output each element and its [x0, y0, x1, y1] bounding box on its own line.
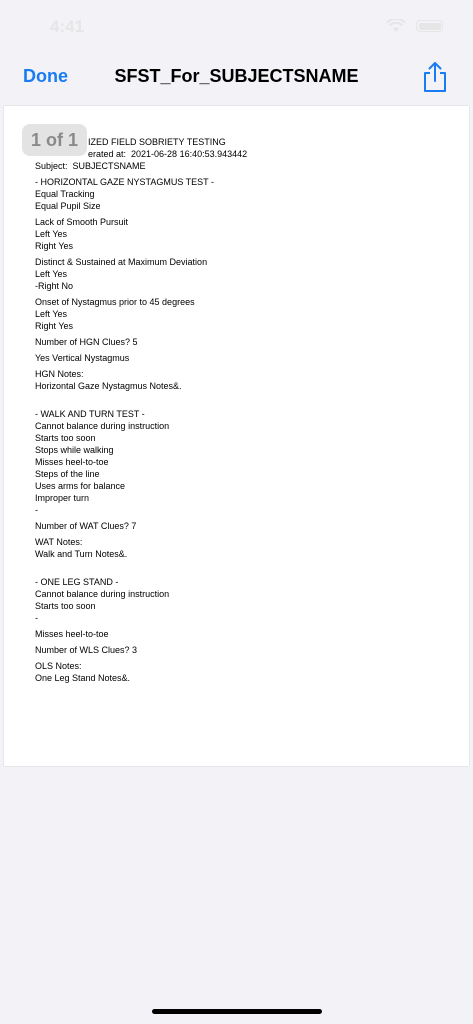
- doc-generated: erated at: 2021-06-28 16:40:53.943442: [88, 149, 248, 159]
- hgn-md-right: -Right No: [35, 281, 74, 291]
- wat-item: Steps of the line: [35, 469, 100, 479]
- ols-item: Starts too soon: [35, 601, 96, 611]
- wat-heading: - WALK AND TURN TEST -: [35, 409, 145, 419]
- status-icons: [386, 19, 443, 33]
- ols-item: -: [35, 613, 38, 623]
- wat-notes-label: WAT Notes:: [35, 537, 83, 547]
- share-icon[interactable]: [421, 60, 449, 94]
- doc-subject: Subject: SUBJECTSNAME: [35, 161, 146, 171]
- nav-bar: Done SFST_For_SUBJECTSNAME: [0, 52, 473, 102]
- status-time: 4:41: [50, 17, 85, 36]
- page-indicator: 1 of 1: [22, 124, 87, 156]
- hgn-sp-right: Right Yes: [35, 241, 74, 251]
- hgn-heading: - HORIZONTAL GAZE NYSTAGMUS TEST -: [35, 177, 215, 187]
- wat-item: Stops while walking: [35, 445, 114, 455]
- wat-item: Starts too soon: [35, 433, 96, 443]
- wat-clues: Number of WAT Clues? 7: [35, 521, 137, 531]
- wifi-icon: [386, 19, 406, 32]
- hgn-sp-left: Left Yes: [35, 229, 68, 239]
- document-content: IZED FIELD SOBRIETY TESTING erated at: 2…: [35, 136, 455, 684]
- doc-title: IZED FIELD SOBRIETY TESTING: [88, 137, 226, 147]
- document-title: SFST_For_SUBJECTSNAME: [114, 66, 359, 86]
- hgn-on-right: Right Yes: [35, 321, 74, 331]
- ols-heading: - ONE LEG STAND -: [35, 577, 119, 587]
- ols-clues: Number of WLS Clues? 3: [35, 645, 138, 655]
- wat-notes: Walk and Turn Notes&.: [35, 549, 128, 559]
- hgn-vertical: Yes Vertical Nystagmus: [35, 353, 130, 363]
- ols-notes: One Leg Stand Notes&.: [35, 673, 131, 683]
- hgn-on-left: Left Yes: [35, 309, 68, 319]
- wat-item: Improper turn: [35, 493, 90, 503]
- ols-notes-label: OLS Notes:: [35, 661, 82, 671]
- hgn-smooth-pursuit: Lack of Smooth Pursuit: [35, 217, 129, 227]
- hgn-notes-label: HGN Notes:: [35, 369, 84, 379]
- battery-icon: [416, 20, 443, 32]
- hgn-equal-tracking: Equal Tracking: [35, 189, 95, 199]
- home-indicator[interactable]: [152, 1009, 322, 1014]
- hgn-notes: Horizontal Gaze Nystagmus Notes&.: [35, 381, 182, 391]
- hgn-max-deviation: Distinct & Sustained at Maximum Deviatio…: [35, 257, 208, 267]
- status-bar: 4:41: [0, 0, 473, 52]
- hgn-onset: Onset of Nystagmus prior to 45 degrees: [35, 297, 195, 307]
- wat-item: -: [35, 505, 38, 515]
- wat-item: Cannot balance during instruction: [35, 421, 170, 431]
- ols-misses: Misses heel-to-toe: [35, 629, 109, 639]
- wat-item: Misses heel-to-toe: [35, 457, 109, 467]
- hgn-clues: Number of HGN Clues? 5: [35, 337, 138, 347]
- wat-item: Uses arms for balance: [35, 481, 126, 491]
- ols-item: Cannot balance during instruction: [35, 589, 170, 599]
- hgn-md-left: Left Yes: [35, 269, 68, 279]
- hgn-equal-pupil: Equal Pupil Size: [35, 201, 101, 211]
